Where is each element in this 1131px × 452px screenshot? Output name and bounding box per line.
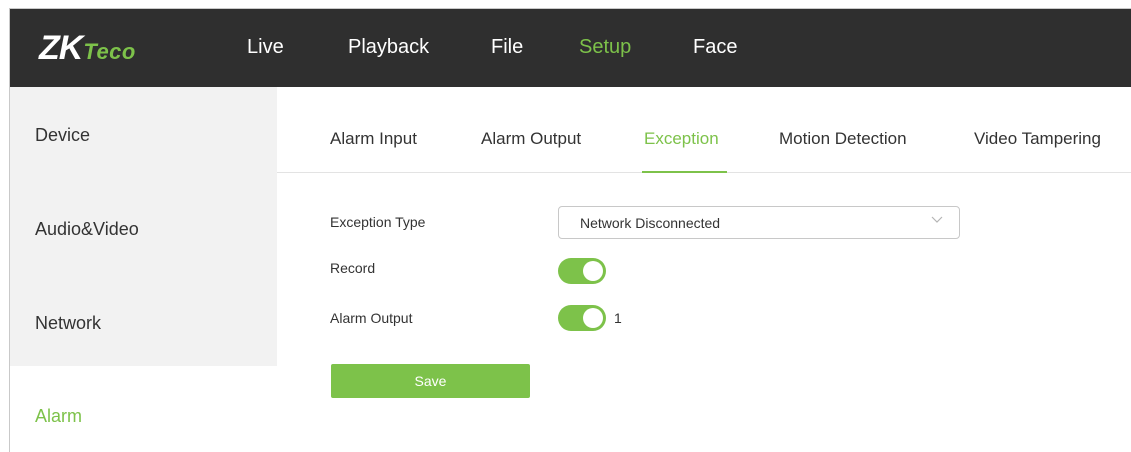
alarm-tabs: Alarm Input Alarm Output Exception Motio… bbox=[277, 87, 1131, 173]
sidebar-item-audio-video[interactable]: Audio&Video bbox=[35, 218, 139, 240]
logo-accent-text: Teco bbox=[83, 39, 136, 64]
alarm-output-toggle[interactable] bbox=[558, 305, 606, 331]
active-tab-indicator bbox=[642, 171, 727, 173]
app-frame: ZK Teco Live Playback File Setup Face De… bbox=[9, 8, 1131, 452]
top-navigation-bar: ZK Teco Live Playback File Setup Face bbox=[10, 9, 1131, 87]
record-label: Record bbox=[330, 260, 376, 276]
sidebar-item-alarm[interactable]: Alarm bbox=[35, 405, 82, 427]
tab-alarm-output[interactable]: Alarm Output bbox=[481, 129, 581, 149]
nav-live[interactable]: Live bbox=[247, 35, 284, 59]
record-toggle[interactable] bbox=[558, 258, 606, 284]
nav-file[interactable]: File bbox=[491, 35, 523, 59]
tab-motion-detection[interactable]: Motion Detection bbox=[779, 129, 907, 149]
nav-setup[interactable]: Setup bbox=[579, 35, 631, 59]
exception-type-select[interactable]: Network Disconnected bbox=[558, 206, 960, 239]
logo-main-text: ZK bbox=[39, 29, 83, 67]
toggle-knob bbox=[583, 261, 603, 281]
tab-video-tampering[interactable]: Video Tampering bbox=[974, 129, 1101, 149]
tab-alarm-input[interactable]: Alarm Input bbox=[330, 129, 417, 149]
chevron-down-icon bbox=[931, 216, 943, 223]
toggle-knob bbox=[583, 308, 603, 328]
alarm-output-label: Alarm Output bbox=[330, 310, 413, 326]
sidebar: Device Audio&Video Network Alarm bbox=[10, 87, 277, 452]
tab-exception[interactable]: Exception bbox=[644, 129, 719, 149]
alarm-output-channel: 1 bbox=[614, 310, 622, 326]
save-button[interactable]: Save bbox=[331, 364, 530, 398]
nav-playback[interactable]: Playback bbox=[348, 35, 429, 59]
exception-type-label: Exception Type bbox=[330, 214, 426, 230]
zkteco-logo: ZK Teco bbox=[39, 31, 136, 65]
exception-type-value: Network Disconnected bbox=[580, 215, 721, 231]
nav-face[interactable]: Face bbox=[693, 35, 737, 59]
sidebar-item-device[interactable]: Device bbox=[35, 124, 90, 146]
sidebar-item-network[interactable]: Network bbox=[35, 312, 101, 334]
